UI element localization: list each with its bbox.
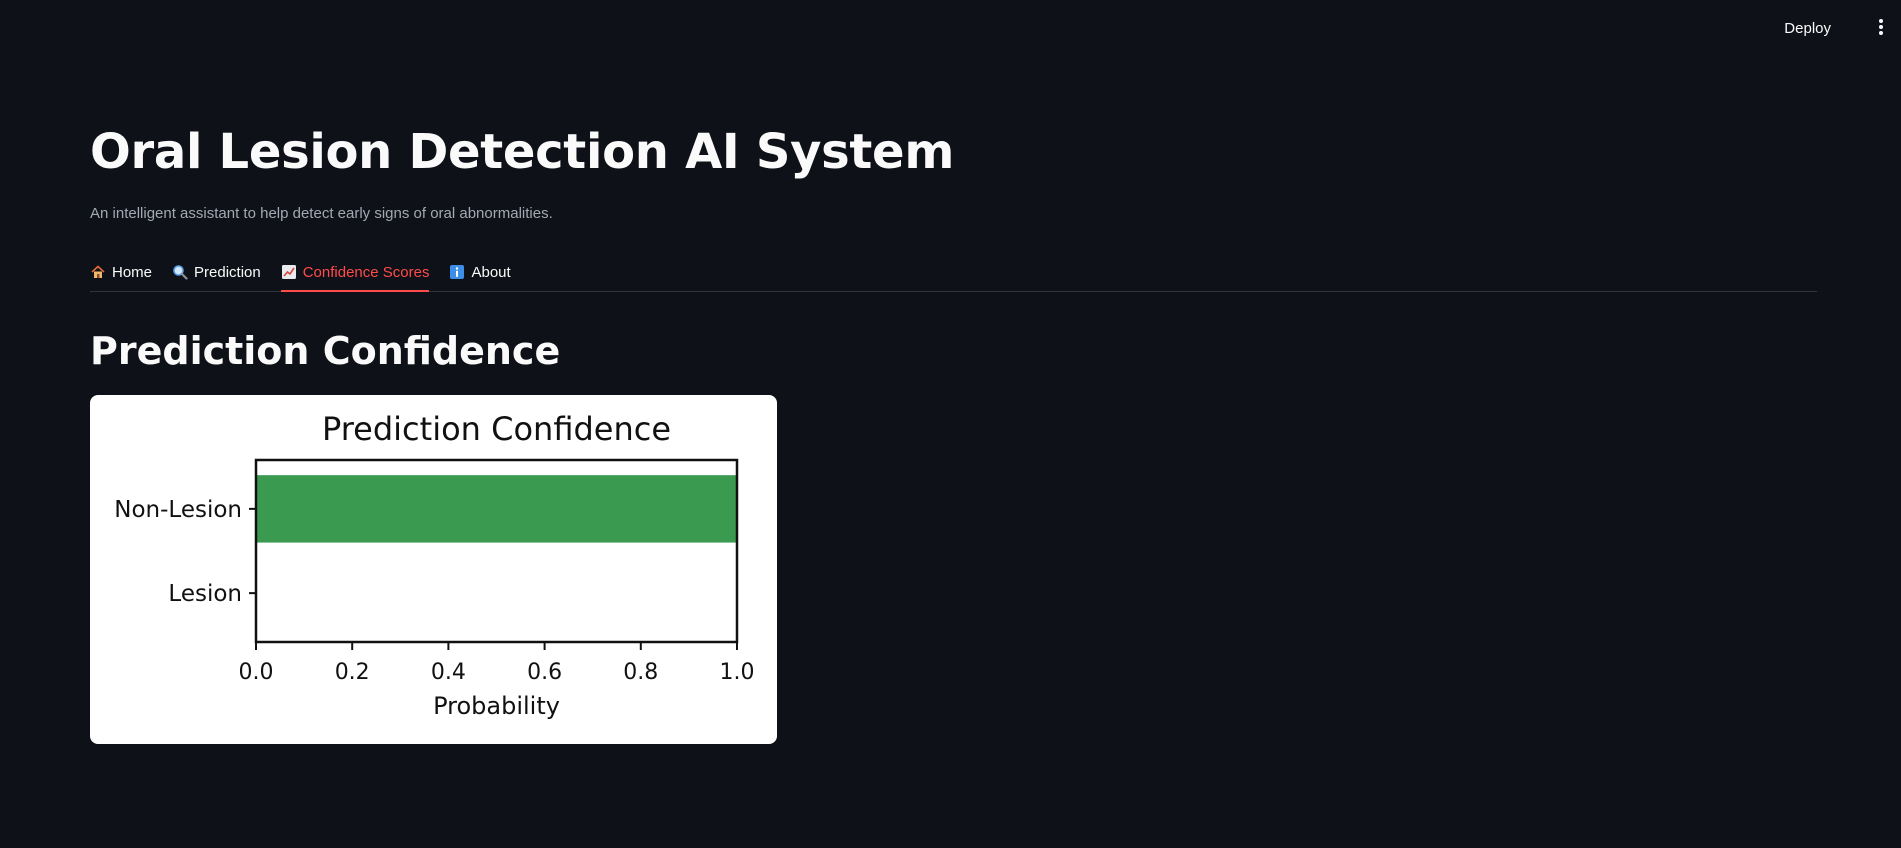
info-icon	[449, 264, 465, 280]
deploy-button[interactable]: Deploy	[1778, 16, 1837, 41]
x-tick-label: 0.4	[431, 660, 466, 685]
y-tick-label: Non-Lesion	[114, 497, 242, 523]
tab-bar: Home Prediction Confidence Scores About	[90, 253, 1817, 292]
page-subtitle: An intelligent assistant to help detect …	[90, 205, 553, 222]
tab-label: Home	[112, 263, 153, 281]
page-title: Oral Lesion Detection AI System	[90, 124, 955, 180]
x-tick-label: 0.2	[335, 660, 370, 685]
top-toolbar: Deploy	[0, 0, 1901, 56]
confidence-bar-chart: Prediction Confidence Non-Lesion Lesion 0.0…	[114, 410, 755, 720]
tab-about[interactable]: About	[449, 253, 511, 291]
x-axis-label: Probability	[433, 692, 560, 720]
vertical-ellipsis-icon[interactable]	[1871, 17, 1891, 37]
y-tick-label: Lesion	[168, 581, 242, 607]
tab-label: Confidence Scores	[302, 263, 430, 281]
tab-label: Prediction	[194, 263, 261, 281]
tab-home[interactable]: Home	[90, 253, 152, 291]
bar-non-lesion	[256, 475, 737, 543]
x-tick-label: 0.6	[527, 660, 562, 685]
x-tick-label: 0.8	[623, 660, 658, 685]
tab-prediction[interactable]: Prediction	[172, 253, 261, 291]
magnifier-icon	[172, 264, 188, 280]
chart-increasing-icon	[281, 264, 297, 280]
confidence-chart: Prediction Confidence Non-Lesion Lesion 0.0…	[90, 395, 777, 744]
chart-title: Prediction Confidence	[322, 410, 671, 448]
x-tick-label: 0.0	[239, 660, 274, 685]
section-title: Prediction Confidence	[90, 329, 561, 373]
tab-confidence-scores[interactable]: Confidence Scores	[280, 253, 430, 292]
x-tick-label: 1.0	[720, 660, 755, 685]
house-icon	[90, 264, 106, 280]
tab-label: About	[471, 263, 511, 281]
